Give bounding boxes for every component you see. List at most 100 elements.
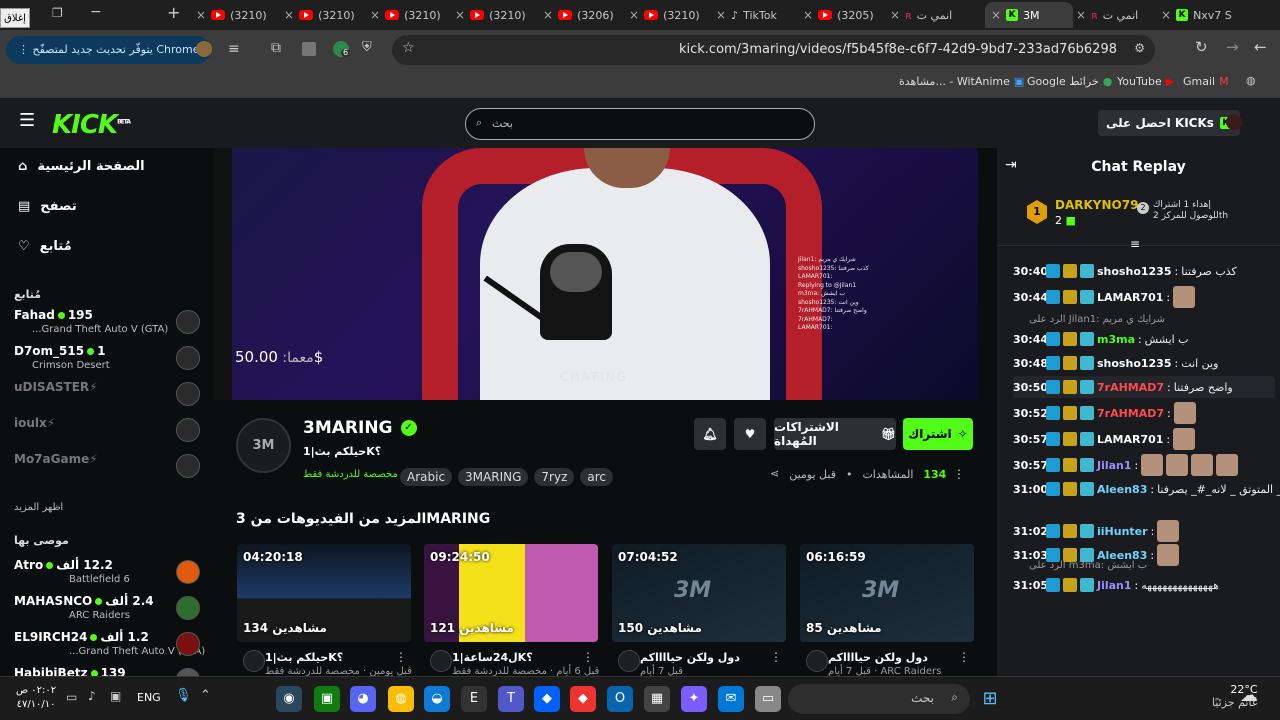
tag-chip[interactable]: arc [580,468,613,486]
browser-tab[interactable]: × ʀ انمي ت [884,2,972,28]
chat-username[interactable]: Jilan1 [1097,579,1132,592]
browser-tab[interactable]: × (3210) [623,2,711,28]
globe-icon[interactable]: ◍ [1246,75,1256,86]
reload-icon[interactable]: ↻ [1195,40,1208,55]
extension-icon[interactable] [196,41,212,57]
sidebar-channel[interactable]: 195 Fahad Grand Theft Auto V (GTA)... [14,308,200,342]
language-indicator[interactable]: ENG [137,691,161,704]
video-thumbnail[interactable]: 3M 07:04:52 150 مشاهدين [612,544,786,642]
epic-games-icon[interactable]: E [461,686,487,712]
video-card[interactable]: 09:24:50 121 مشاهدين ل24ساعة|1K؟ قبل 6 أيام… [424,544,599,677]
rank-1-user[interactable]: DARKYNO79 [1055,198,1138,212]
nav-home[interactable]: ⌂ الصفحة الرئيسية [18,154,145,178]
chat-username[interactable]: iiHunter [1097,525,1148,538]
notification-button[interactable]: 🔔︎ [694,418,726,450]
bookmark-gmail[interactable]: Gmail M [1183,75,1229,88]
more-options-icon[interactable]: ⋮ [582,650,594,664]
chat-username[interactable]: LAMAR701 [1097,433,1163,446]
browser-tab[interactable]: × (3210) [449,2,537,28]
minimize-icon[interactable]: − [90,5,102,19]
file-explorer-icon[interactable]: ▭ [755,686,781,712]
video-card[interactable]: 3M 07:04:52 150 مشاهدين دول ولكن حيااااكم قب… [612,544,786,677]
channel-avatar[interactable] [618,650,640,672]
chat-username[interactable]: shosho1235 [1097,265,1172,278]
more-options-icon[interactable]: ⋮ [953,468,965,480]
browser-tab[interactable]: × (3210) [364,2,452,28]
channel-avatar[interactable] [806,650,828,672]
shield-icon[interactable]: ⛨ [362,41,372,54]
more-options-icon[interactable]: ⋮ [958,650,970,664]
microphone-icon[interactable]: 🎙︎ [175,689,192,702]
tab-close-icon[interactable]: × [1076,8,1086,22]
sidebar-channel[interactable]: 2.4 ألف MAHASNCO ARC Raiders [14,594,200,628]
chat-username[interactable]: m3ma [1097,333,1135,346]
share-icon[interactable]: ⋖ [770,468,779,481]
back-icon[interactable]: ← [1254,40,1267,55]
bookmark-star-icon[interactable]: ☆ [402,41,415,55]
follow-button[interactable]: ♥ [734,418,766,450]
gift-subs-button[interactable]: الاشتراكات المُهداة 🎁︎ [774,418,896,450]
tab-close-icon[interactable]: × [890,8,900,22]
bookmark-maps[interactable]: Google خرائط ● [1027,75,1112,88]
chat-username[interactable]: shosho1235 [1097,357,1172,370]
tab-close-icon[interactable]: × [991,8,1001,22]
get-kicks-button[interactable]: احصل على KICKs K [1098,110,1240,136]
steam-icon[interactable]: ◉ [276,686,302,712]
channel-avatar[interactable]: 3M [236,418,291,473]
forward-icon[interactable]: → [1226,40,1239,55]
bookmark-witanime[interactable]: مشاهدة... - WitAnime ▣ [899,75,1024,88]
copilot-icon[interactable]: ✦ [681,686,707,712]
store-icon[interactable]: ▦ [644,686,670,712]
edge-icon[interactable]: ◒ [424,686,450,712]
browser-tab[interactable]: × (3206) [537,2,625,28]
sidebar-channel[interactable]: ⚡ioulx [14,416,200,450]
sidebar-channel[interactable]: 1.2 ألفEL9IRCH24 Grand Theft Auto V (GTA)… [14,630,205,664]
outlook-icon[interactable]: O [607,686,633,712]
nav-following[interactable]: ♡ مُتابع [18,234,72,258]
chat-username[interactable]: LAMAR701 [1097,291,1163,304]
tab-close-icon[interactable]: × [629,8,639,22]
sidebar-channel[interactable]: 12.2 ألف Atro Battlefield 6 [14,558,200,592]
chat-username[interactable]: 7rAHMAD7 [1097,407,1164,420]
extension-icon[interactable]: 6 [333,41,351,57]
tag-chip[interactable]: 3MARING [458,468,529,486]
tab-close-icon[interactable]: × [455,8,465,22]
puzzle-icon[interactable]: ⧉ [271,41,281,55]
video-thumbnail[interactable]: 3M 06:16:59 85 مشاهدين [800,544,974,642]
extension-icon[interactable] [302,42,316,56]
hamburger-menu-icon[interactable]: ☰ [19,112,35,130]
browser-tab[interactable]: × ♪ TikTok [710,2,798,28]
tab-close-icon[interactable]: × [370,8,380,22]
browser-tab[interactable]: × K Nxv7 S [1155,2,1243,28]
tag-chip[interactable]: 7ryz [534,468,575,486]
xbox-icon[interactable]: ▣ [314,686,340,712]
browser-tab[interactable]: × (3205) [797,2,885,28]
discord-icon[interactable]: ◕ [350,686,376,712]
start-icon[interactable]: ⊞ [977,686,1003,712]
video-card[interactable]: 04:20:18 134 مشاهدين حيلكم بث|1K؟ قبل يومين… [237,544,412,677]
sidebar-channel[interactable]: ⚡Mo7aGame [14,452,200,486]
channel-avatar[interactable] [430,650,452,672]
address-bar[interactable]: kick.com/3maring/videos/f5b45f8e-c6f7-42… [392,35,1155,65]
channel-avatar[interactable] [243,650,265,672]
nav-browse[interactable]: ▤ تصفح [18,194,77,218]
subscribe-button[interactable]: اشتراك ✧ [903,418,973,450]
video-card[interactable]: 3M 06:16:59 85 مشاهدين دول ولكن حيااااكم قبل… [800,544,974,677]
chrome-icon[interactable]: ◍ [388,686,414,712]
user-avatar[interactable] [1226,114,1242,130]
clock[interactable]: ٠٢:٠٢ ص ٤٧/١٠/١٠ [16,684,56,712]
sidebar-channel[interactable]: 1 D7om_515 Crimson Desert [14,344,200,378]
video-card-title[interactable]: ل24ساعة|1K؟ [452,651,582,664]
chat-username[interactable]: 7rAHMAD7 [1097,381,1164,394]
browser-tab[interactable]: × ʀ انمي ت [1070,2,1158,28]
tag-chip[interactable]: Arabic [400,468,453,486]
chat-filter-icon[interactable]: ≡ [1130,238,1140,250]
chrome-update-button[interactable]: ⋮ يتوفّر تحديث جديد لمتصفّح Chrome [6,36,212,64]
video-card-title[interactable]: دول ولكن حيااااكم [828,651,958,664]
chat-username[interactable]: Jilan1 [1097,459,1132,472]
tab-close-icon[interactable]: × [284,8,294,22]
chevron-up-icon[interactable]: ⌃ [200,689,211,702]
video-player[interactable]: معما: 50.00$ Jilan1: شرايك ي مريم shosho1… [232,148,978,400]
teams-icon[interactable]: T [498,686,524,712]
volume-icon[interactable]: ♪ [88,690,96,702]
